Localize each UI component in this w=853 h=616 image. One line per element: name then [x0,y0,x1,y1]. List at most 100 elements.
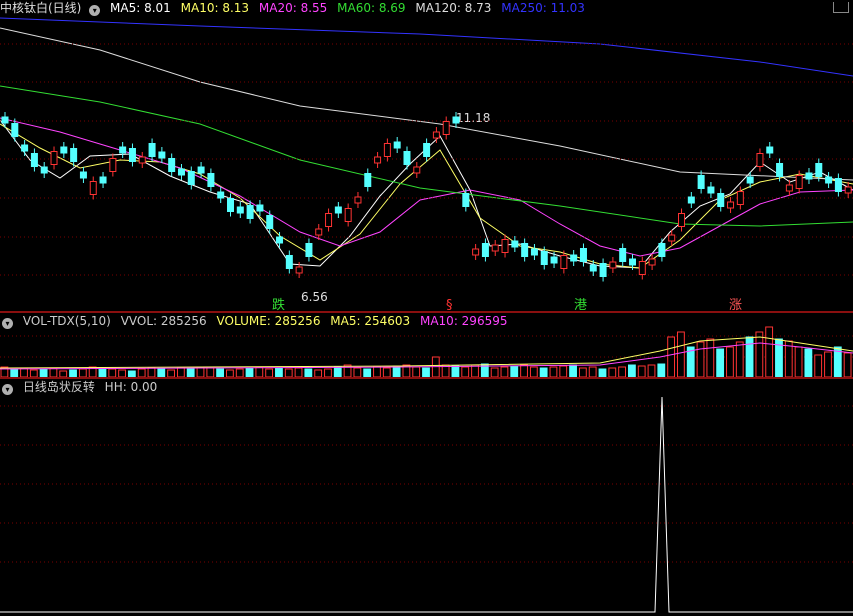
candle-body [50,151,58,165]
volume-bar [108,368,117,377]
candle-body [187,171,195,185]
vvol-label: VVOL: 285256 [120,314,207,328]
volume-bar [510,365,519,377]
volume-bar [176,367,185,377]
volume-bar [598,368,607,377]
volume-bar [265,368,274,377]
marker-die: 跌 [272,297,285,311]
chevron-down-icon[interactable]: ▾ [2,384,13,395]
candle-body [236,206,244,214]
candle-body [815,163,823,177]
candle-body [727,201,735,209]
volume-bar [667,336,676,377]
volume-bar [588,366,597,377]
candle-body [354,196,362,204]
volume-bar [216,368,225,377]
hh-line [0,396,853,613]
candle-body [776,163,784,177]
candle-body [619,248,627,262]
volume-bar [765,326,774,377]
candle-body [628,258,636,266]
candle-body [491,244,499,252]
volume-bar [657,363,666,377]
candle-body [413,166,421,174]
volume-bar [226,369,234,377]
volume-bar [284,368,293,377]
volume-bar [735,341,744,377]
volume-bar [608,367,617,377]
candle-body [177,168,185,176]
volume-bar [235,368,244,377]
ma20-label: MA20: 8.55 [258,1,328,15]
candle-body [325,213,333,227]
ma120-label: MA120: 8.73 [415,1,492,15]
candle-body [540,251,548,265]
candle-body [746,176,754,184]
volume-bar [98,367,107,377]
vol-ma5-line [0,336,853,369]
candle-body [844,186,852,194]
candle-body [197,166,205,174]
volume-header: ▾ VOL-TDX(5,10) VVOL: 285256 VOLUME: 285… [0,313,513,329]
candle-body [521,243,529,257]
volume-bar [559,365,568,377]
candle-body [834,178,842,192]
price-chart-pane[interactable]: 中核钛白(日线) ▾ MA5: 8.01 MA10: 8.13 MA20: 8.… [0,0,853,311]
volume-bar [794,346,803,377]
candle-body [403,151,411,165]
candle-body [609,261,617,269]
candle-body [256,204,264,212]
marker-section: § [446,298,453,311]
volume-bar [255,366,264,377]
candle-body [344,208,352,222]
candle-body [119,146,127,154]
candle-body [550,256,558,264]
candle-body [795,175,803,189]
volume-bar [500,366,509,377]
volume-bar [294,367,303,377]
chevron-down-icon[interactable]: ▾ [89,5,101,16]
ma250-line [0,17,853,77]
volume-bar [637,365,646,377]
volume-bar [647,364,656,377]
volume-bar [392,365,401,377]
volume-bar [29,369,38,377]
volume-bar [167,369,175,377]
volume-bar [745,336,754,377]
volume-bar [363,368,372,377]
candle-body [1,116,9,124]
candle-body [364,173,372,187]
vol-ma10-line [0,342,853,370]
volume-bar [206,367,215,377]
indicator-header: ▾ 日线岛状反转 HH: 0.00 [0,379,163,395]
candlestick-chart[interactable]: 11.18 6.56 跌 § 港 涨 [0,0,853,311]
volume-bar [451,365,460,377]
volume-bar [186,368,195,377]
candle-body [589,264,597,272]
volume-bar [843,352,852,377]
indicator-pane[interactable]: ▾ 日线岛状反转 HH: 0.00 [0,379,853,616]
chevron-down-icon[interactable]: ▾ [2,318,13,329]
candle-body [766,146,774,154]
volume-bar [314,369,323,377]
ma5-label: MA5: 8.01 [110,1,171,15]
ma250-label: MA250: 11.03 [501,1,585,15]
volume-bar [618,366,626,377]
candle-body [374,156,382,164]
volume-bar [69,369,77,377]
candle-body [305,243,313,257]
candle-body [148,143,156,157]
volume-bar [373,366,381,377]
window-restore-icon[interactable] [833,2,849,13]
candle-body [501,239,509,253]
island-reversal-line[interactable] [0,379,853,616]
candle-body [227,198,235,212]
volume-pane[interactable]: ▾ VOL-TDX(5,10) VVOL: 285256 VOLUME: 285… [0,313,853,377]
candle-body [295,266,303,274]
candle-body [89,181,97,195]
candle-body [423,143,431,157]
volume-bar [706,338,715,377]
candle-body [40,166,48,174]
volume-bar [118,369,126,377]
volume-bar [549,366,558,377]
